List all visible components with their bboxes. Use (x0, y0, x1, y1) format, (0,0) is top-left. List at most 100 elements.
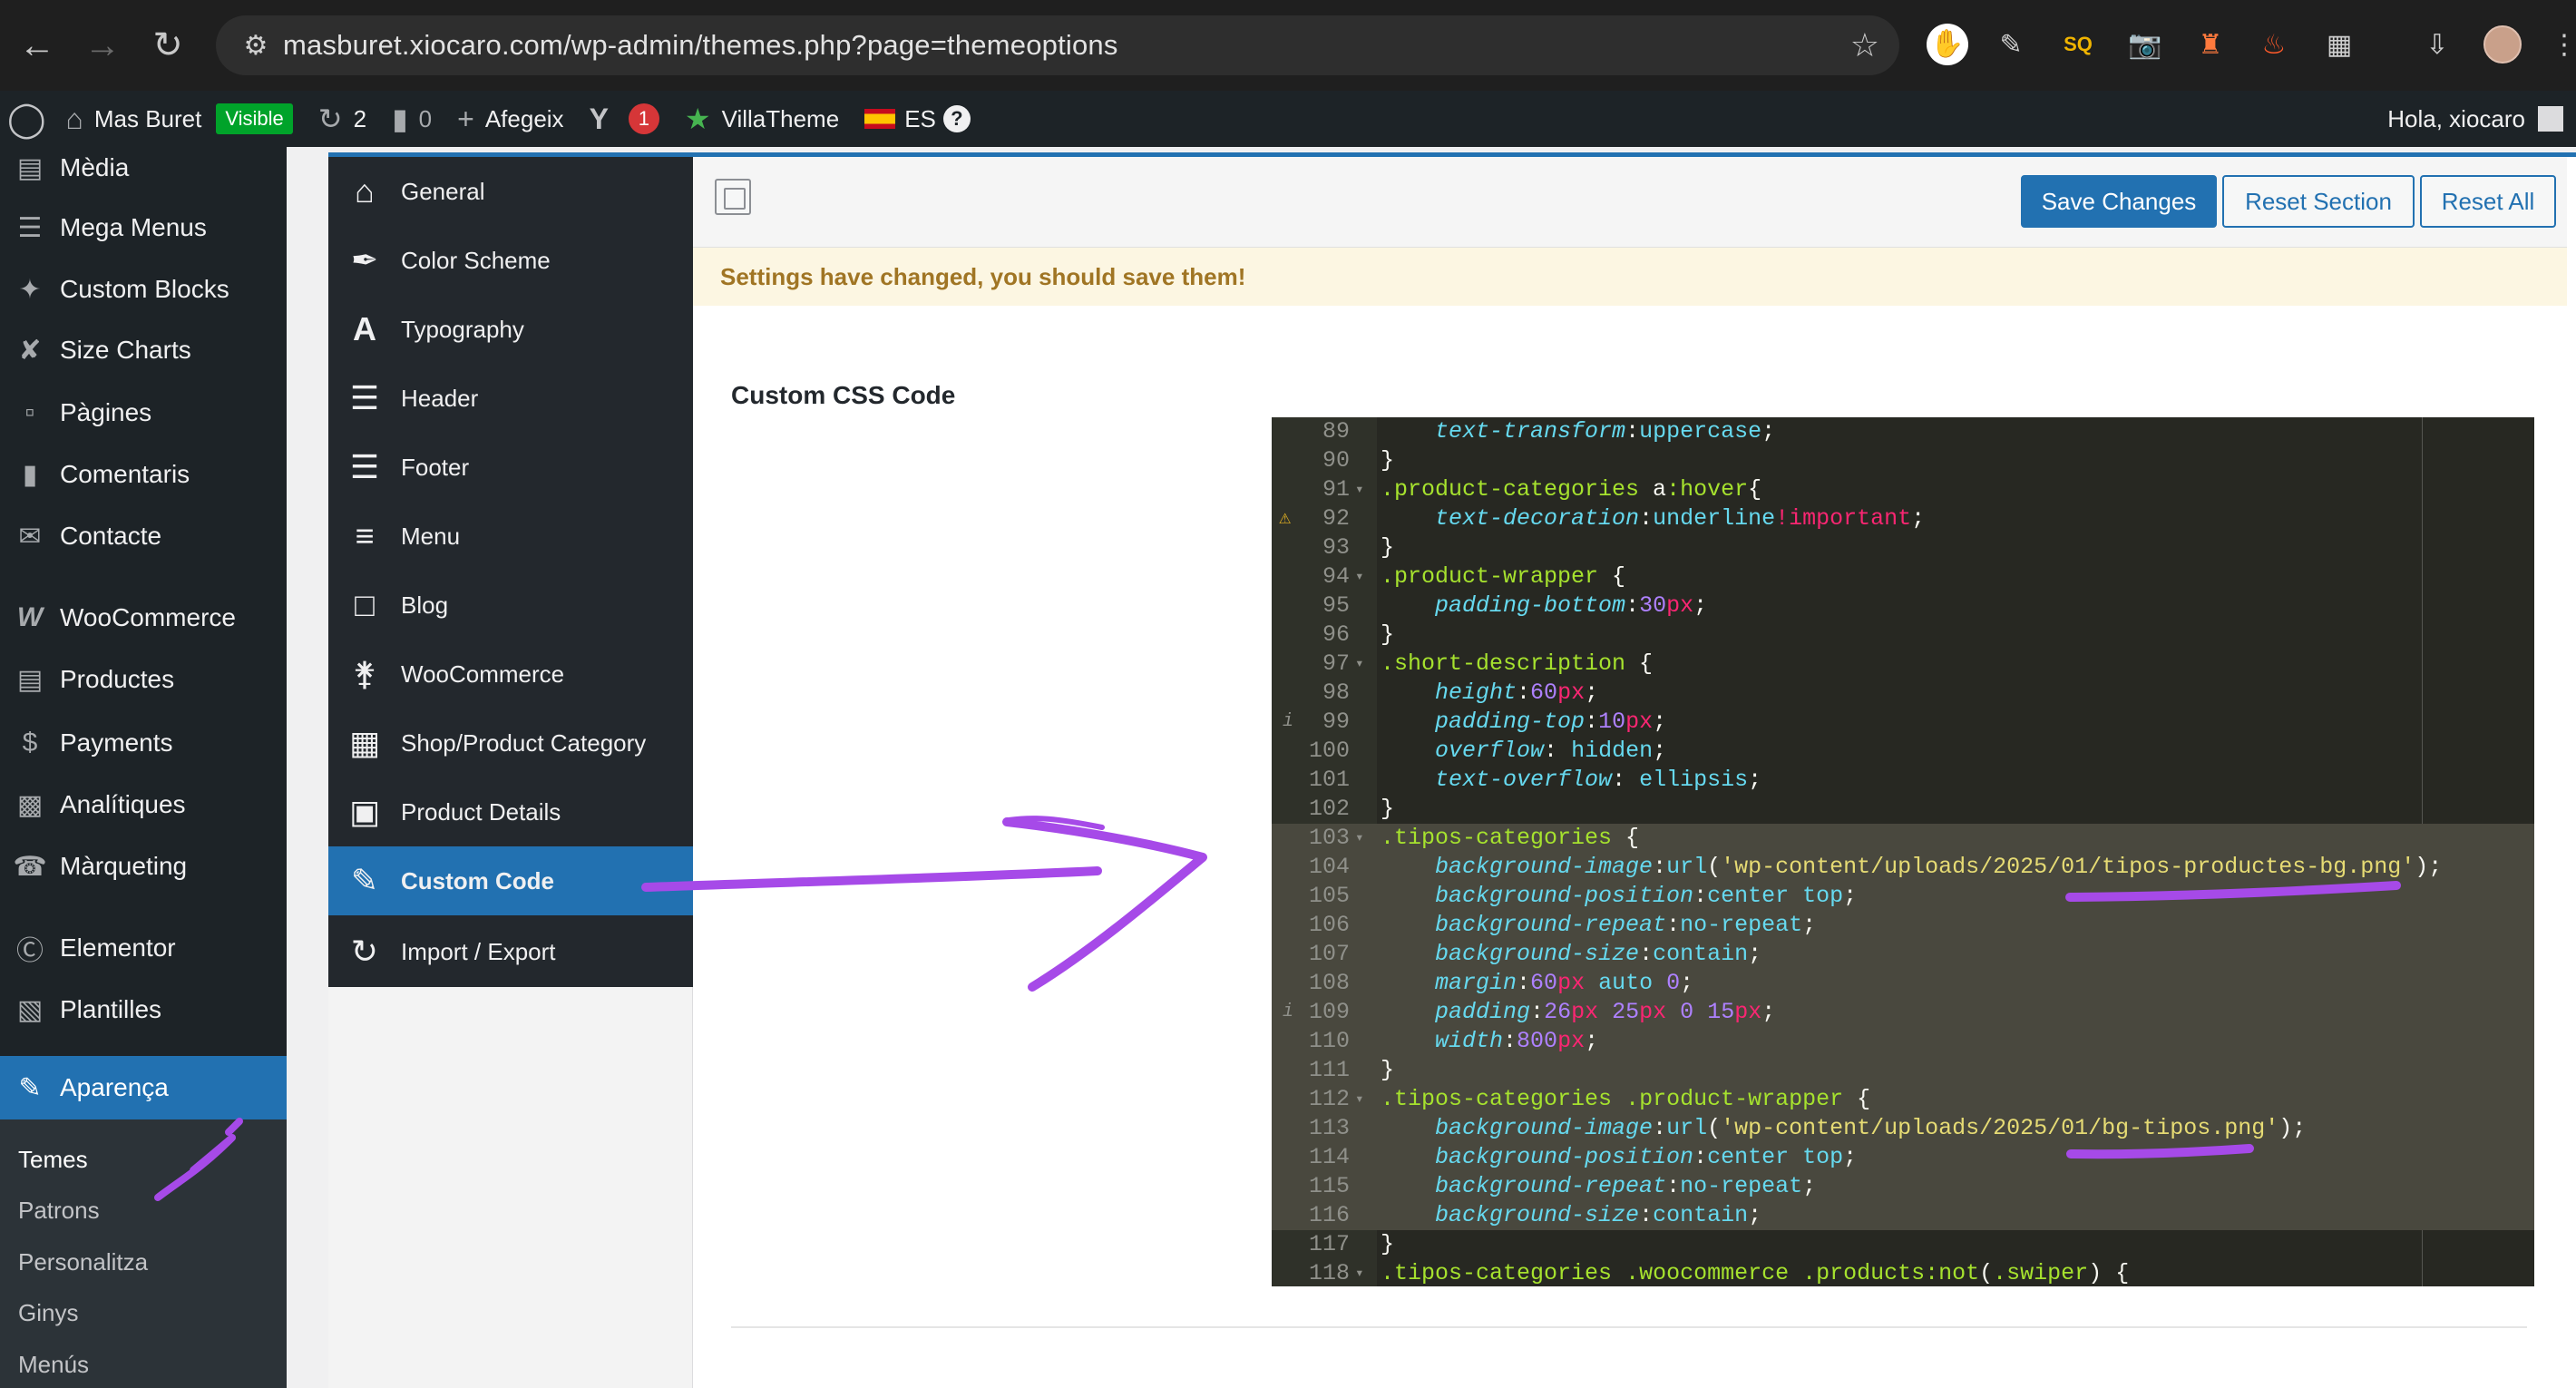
code-line[interactable]: 96} (1272, 621, 2534, 650)
section-woocommerce[interactable]: ⚵ WooCommerce (328, 640, 693, 709)
menu-item-templates[interactable]: ▧ Plantilles (0, 980, 287, 1040)
code-line[interactable]: 103 ▾ .tipos-categories { (1272, 824, 2534, 853)
code-line[interactable]: 111} (1272, 1056, 2534, 1085)
code-line[interactable]: 89 text-transform:uppercase; (1272, 417, 2534, 446)
reset-all-button[interactable]: Reset All (2420, 175, 2556, 228)
account-menu[interactable]: Hola, xiocaro (2387, 91, 2563, 147)
code-line[interactable]: 110 width:800px; (1272, 1027, 2534, 1056)
code-line[interactable]: 91 ▾ .product-categories a:hover{ (1272, 475, 2534, 504)
menu-item-custom-blocks[interactable]: ✦ Custom Blocks (0, 259, 287, 319)
code-line[interactable]: 118 ▾ .tipos-categories .woocommerce .prod… (1272, 1259, 2534, 1286)
code-line[interactable]: 101 text-overflow: ellipsis; (1272, 766, 2534, 795)
css-code-editor[interactable]: 89 text-transform:uppercase; 90} 91 ▾ .produ… (1272, 417, 2534, 1286)
comments-link[interactable]: ▮ 0 (379, 91, 444, 147)
code-line[interactable]: 116 background-size:contain; (1272, 1201, 2534, 1230)
section-shop-product-category[interactable]: ▦ Shop/Product Category (328, 709, 693, 777)
wordpress-logo-icon[interactable]: ◯ (0, 91, 54, 147)
submenu-item-themes[interactable]: Temes (0, 1134, 287, 1185)
menu-item-mega-menus[interactable]: ☰ Mega Menus (0, 198, 287, 258)
section-product-details[interactable]: ▣ Product Details (328, 777, 693, 846)
menu-item-contact[interactable]: ✉ Contacte (0, 506, 287, 566)
download-icon[interactable]: ⇩ (2413, 20, 2462, 69)
code-line[interactable]: 90} (1272, 446, 2534, 475)
url-text[interactable]: masburet.xiocaro.com/wp-admin/themes.php… (283, 29, 1118, 62)
code-line[interactable]: 102} (1272, 795, 2534, 824)
submenu-item-widgets[interactable]: Ginys (0, 1287, 287, 1338)
forward-icon[interactable]: → (71, 14, 134, 77)
villatheme-link[interactable]: ★ VillaTheme (672, 91, 852, 147)
code-line[interactable]: 99 i padding-top:10px; (1272, 708, 2534, 737)
submenu-item-menus[interactable]: Menús (0, 1339, 287, 1388)
menu-item-payments[interactable]: $ Payments (0, 713, 287, 773)
menu-item-comments[interactable]: ▮ Comentaris (0, 445, 287, 504)
submenu-item-customize[interactable]: Personalitza (0, 1236, 287, 1287)
menu-item-pages[interactable]: ▫ Pàgines (0, 383, 287, 443)
code-line[interactable]: 104 background-image:url('wp-content/upl… (1272, 853, 2534, 882)
section-footer[interactable]: ☰ Footer (328, 433, 693, 502)
code-line[interactable]: 106 background-repeat:no-repeat; (1272, 911, 2534, 940)
section-custom-code[interactable]: ✎ Custom Code (328, 846, 693, 915)
menu-item-size-charts[interactable]: ✘ Size Charts (0, 320, 287, 380)
section-blog[interactable]: □ Blog (328, 571, 693, 640)
reset-section-button[interactable]: Reset Section (2222, 175, 2415, 228)
section-typography[interactable]: A Typography (328, 295, 693, 364)
fold-toggle-icon[interactable]: ▾ (1355, 650, 1364, 679)
code-line[interactable]: 92 ⚠ text-decoration:underline!important; (1272, 504, 2534, 533)
code-line[interactable]: 109 i padding:26px 25px 0 15px; (1272, 998, 2534, 1027)
code-line[interactable]: 117} (1272, 1230, 2534, 1259)
camera-extension-icon[interactable]: 📷 (2121, 20, 2170, 69)
reload-icon[interactable]: ↻ (136, 14, 200, 77)
code-line[interactable]: 100 overflow: hidden; (1272, 737, 2534, 766)
extensions-puzzle-icon[interactable]: ▦ (2315, 20, 2364, 69)
seo-extension-icon[interactable]: SQ (2054, 20, 2103, 69)
new-content-link[interactable]: + Afegeix (444, 91, 576, 147)
section-import-export[interactable]: ↻ Import / Export (328, 917, 693, 986)
code-line[interactable]: 105 background-position:center top; (1272, 882, 2534, 911)
menu-item-media[interactable]: ▤ Mèdia (0, 147, 287, 198)
submenu-item-patterns[interactable]: Patrons (0, 1185, 287, 1236)
fold-toggle-icon[interactable]: ▾ (1355, 1085, 1364, 1114)
code-line[interactable]: 113 background-image:url('wp-content/upl… (1272, 1114, 2534, 1143)
menu-item-woocommerce[interactable]: W WooCommerce (0, 588, 287, 648)
code-line[interactable]: 98 height:60px; (1272, 679, 2534, 708)
eyedropper-extension-icon[interactable]: ✎ (1986, 20, 2035, 69)
code-line[interactable]: 112 ▾ .tipos-categories .product-wrapper { (1272, 1085, 2534, 1114)
fire-extension-icon[interactable]: ♨ (2249, 20, 2298, 69)
section-header[interactable]: ☰ Header (328, 364, 693, 433)
game-extension-icon[interactable]: ♜ (2186, 20, 2235, 69)
fold-toggle-icon[interactable]: ▾ (1355, 1259, 1364, 1286)
back-icon[interactable]: ← (5, 14, 69, 77)
more-menu-icon[interactable]: ⋮ (2540, 20, 2576, 69)
section-menu[interactable]: ≡ Menu (328, 502, 693, 571)
menu-item-elementor[interactable]: Ⓒ Elementor (0, 918, 287, 978)
code-line[interactable]: 114 background-position:center top; (1272, 1143, 2534, 1172)
language-switcher[interactable]: ES ? (852, 91, 983, 147)
code-line[interactable]: 115 background-repeat:no-repeat; (1272, 1172, 2534, 1201)
adblock-extension-icon[interactable]: ✋ (1923, 20, 1972, 69)
section-general[interactable]: ⌂ General (328, 157, 693, 226)
bookmark-star-icon[interactable]: ☆ (1850, 26, 1879, 64)
fold-toggle-icon[interactable]: ▾ (1355, 824, 1364, 853)
code-line[interactable]: 94 ▾ .product-wrapper { (1272, 562, 2534, 591)
yoast-link[interactable]: Y 1 (577, 91, 672, 147)
section-color-scheme[interactable]: ✒ Color Scheme (328, 226, 693, 295)
updates-link[interactable]: ↻ 2 (306, 91, 379, 147)
site-name-link[interactable]: ⌂ Mas Buret Visible (54, 91, 306, 147)
code-line[interactable]: 97 ▾ .short-description { (1272, 650, 2534, 679)
address-bar[interactable]: ⚙ masburet.xiocaro.com/wp-admin/themes.p… (216, 15, 1899, 75)
menu-item-marketing[interactable]: ☎ Màrqueting (0, 836, 287, 896)
code-line[interactable]: 93} (1272, 533, 2534, 562)
code-line[interactable]: 95 padding-bottom:30px; (1272, 591, 2534, 621)
expand-options-icon[interactable] (715, 179, 751, 215)
menu-item-products[interactable]: ▤ Productes (0, 650, 287, 709)
site-settings-icon[interactable]: ⚙ (229, 30, 283, 62)
fold-toggle-icon[interactable]: ▾ (1355, 562, 1364, 591)
menu-item-appearance[interactable]: ✎ Aparença (0, 1056, 287, 1119)
profile-avatar[interactable] (2478, 20, 2527, 69)
menu-item-analytics[interactable]: ▩ Analítiques (0, 775, 287, 835)
code-line[interactable]: 107 background-size:contain; (1272, 940, 2534, 969)
code-line[interactable]: 108 margin:60px auto 0; (1272, 969, 2534, 998)
save-changes-button[interactable]: Save Changes (2021, 175, 2217, 228)
fold-toggle-icon[interactable]: ▾ (1355, 475, 1364, 504)
help-icon[interactable]: ? (942, 105, 971, 132)
